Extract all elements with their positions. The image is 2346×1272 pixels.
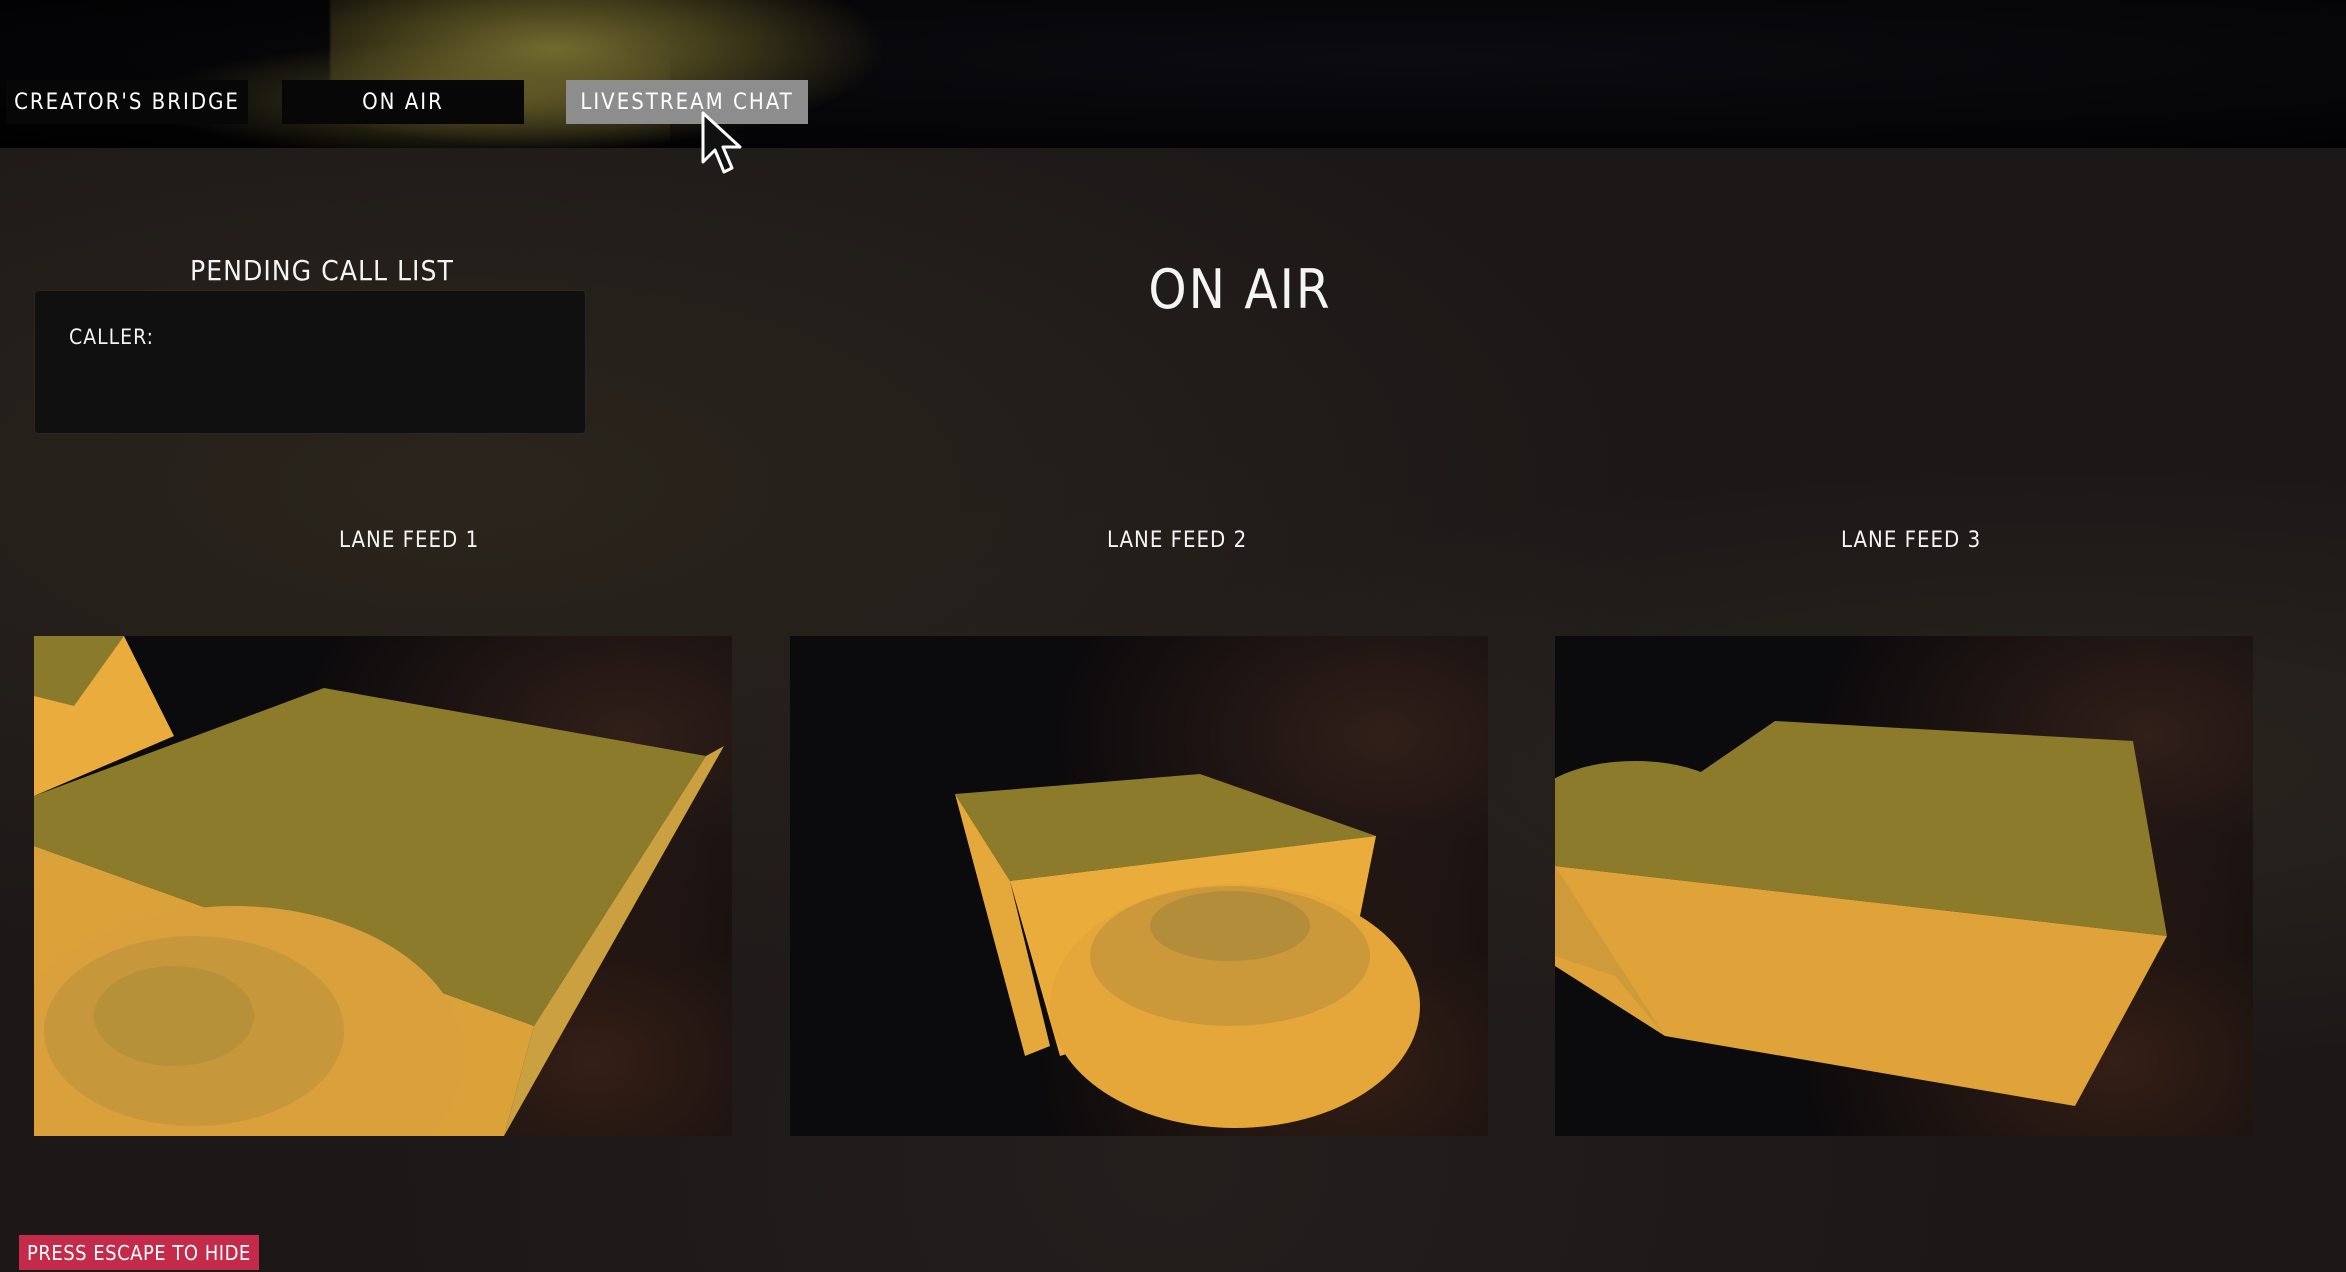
tab-on-air[interactable]: ON AIR (282, 80, 524, 124)
lane-feed-3-view (1555, 636, 2253, 1136)
lane-feed-2-view (790, 636, 1488, 1136)
game-overlay: CREATOR'S BRIDGE ON AIR LIVESTREAM CHAT … (0, 0, 2346, 1272)
lane-feed-1-label: LANE FEED 1 (339, 528, 480, 553)
escape-hint-badge: PRESS ESCAPE TO HIDE (19, 1235, 259, 1270)
pointer-cursor-icon (700, 110, 746, 176)
pending-call-list-title: PENDING CALL LIST (190, 254, 454, 287)
lane-feed-1-view (34, 636, 732, 1136)
tab-creators-bridge[interactable]: CREATOR'S BRIDGE (6, 80, 248, 124)
pending-call-list[interactable]: CALLER: (34, 290, 586, 434)
lane-feed-2-label: LANE FEED 2 (1107, 528, 1248, 553)
lane-feed-3-label: LANE FEED 3 (1841, 528, 1982, 553)
caller-label: CALLER: (69, 325, 154, 349)
tab-livestream-chat[interactable]: LIVESTREAM CHAT (566, 80, 808, 124)
page-title: ON AIR (1148, 258, 1332, 321)
